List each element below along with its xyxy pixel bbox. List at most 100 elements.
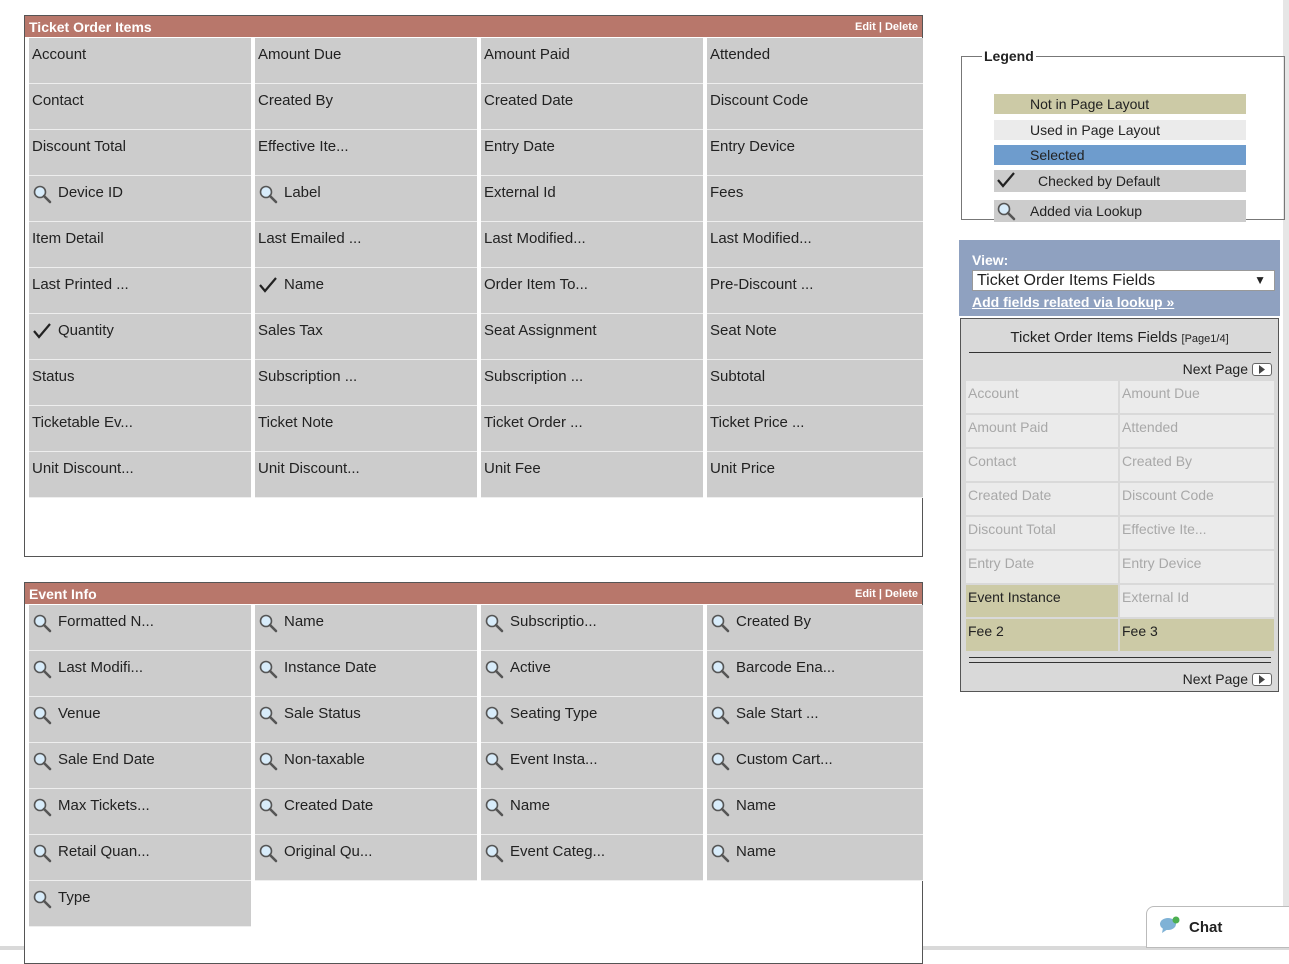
field-cell[interactable]: Seat Note [707,314,923,360]
field-cell[interactable]: Unit Discount... [29,452,251,498]
field-cell[interactable]: Pre-Discount ... [707,268,923,314]
field-cell[interactable]: Max Tickets... [29,789,251,835]
section-actions: Edit | Delete [855,588,918,600]
field-cell[interactable]: Last Emailed ... [255,222,477,268]
field-cell[interactable]: Last Modified... [707,222,923,268]
delete-section-link[interactable]: Delete [885,21,918,33]
palette-field[interactable]: Created By [1120,449,1274,481]
palette-field[interactable]: Entry Date [966,551,1118,583]
field-cell[interactable]: Retail Quan... [29,835,251,881]
field-cell[interactable]: Subscription ... [255,360,477,406]
field-cell[interactable]: External Id [481,176,703,222]
palette-field[interactable]: Discount Code [1120,483,1274,515]
next-page-button[interactable]: Next Page [1183,361,1272,377]
field-label: Seat Note [710,322,777,339]
field-cell[interactable]: Fees [707,176,923,222]
palette-field[interactable]: Created Date [966,483,1118,515]
field-cell[interactable]: Quantity [29,314,251,360]
field-cell[interactable]: Seating Type [481,697,703,743]
field-cell[interactable]: Amount Paid [481,38,703,84]
field-cell[interactable]: Custom Cart... [707,743,923,789]
palette-field[interactable]: Fee 3 [1120,619,1274,651]
field-cell[interactable]: Unit Fee [481,452,703,498]
field-cell[interactable]: Device ID [29,176,251,222]
field-cell[interactable]: Discount Code [707,84,923,130]
field-cell[interactable]: Original Qu... [255,835,477,881]
field-cell[interactable]: Instance Date [255,651,477,697]
field-cell[interactable]: Subscriptio... [481,605,703,651]
field-cell[interactable]: Last Modifi... [29,651,251,697]
field-cell[interactable]: Created Date [255,789,477,835]
field-cell[interactable]: Effective Ite... [255,130,477,176]
field-cell[interactable]: Name [481,789,703,835]
field-cell[interactable]: Created By [707,605,923,651]
add-lookup-fields-link[interactable]: Add fields related via lookup » [972,294,1174,310]
field-label: Status [32,368,75,385]
palette-field[interactable]: Fee 2 [966,619,1118,651]
field-cell[interactable]: Type [29,881,251,927]
field-cell[interactable]: Ticket Order ... [481,406,703,452]
field-cell[interactable]: Item Detail [29,222,251,268]
field-cell[interactable]: Ticket Note [255,406,477,452]
view-label: View: [972,252,1009,268]
field-label: Last Modified... [710,230,812,247]
field-cell[interactable]: Active [481,651,703,697]
delete-section-link[interactable]: Delete [885,588,918,600]
palette-field[interactable]: External Id [1120,585,1274,617]
field-cell[interactable]: Ticket Price ... [707,406,923,452]
field-cell[interactable]: Sales Tax [255,314,477,360]
field-cell[interactable]: Last Printed ... [29,268,251,314]
palette-field[interactable]: Contact [966,449,1118,481]
field-cell[interactable]: Amount Due [255,38,477,84]
field-cell[interactable]: Attended [707,38,923,84]
field-cell[interactable]: Sale Start ... [707,697,923,743]
field-cell[interactable]: Sale Status [255,697,477,743]
field-cell[interactable]: Subscription ... [481,360,703,406]
field-cell[interactable]: Discount Total [29,130,251,176]
field-cell[interactable]: Contact [29,84,251,130]
field-cell[interactable]: Event Categ... [481,835,703,881]
palette-field[interactable]: Amount Paid [966,415,1118,447]
edit-section-link[interactable]: Edit [855,588,876,600]
field-cell[interactable]: Account [29,38,251,84]
field-cell[interactable]: Venue [29,697,251,743]
field-cell[interactable]: Seat Assignment [481,314,703,360]
lookup-magnifier-icon [484,797,508,817]
legend-title: Legend [984,48,1034,64]
edit-section-link[interactable]: Edit [855,21,876,33]
legend-item: Checked by Default [994,170,1246,192]
palette-field[interactable]: Effective Ite... [1120,517,1274,549]
field-cell[interactable]: Entry Date [481,130,703,176]
palette-field[interactable]: Account [966,381,1118,413]
palette-field[interactable]: Discount Total [966,517,1118,549]
field-cell[interactable]: Label [255,176,477,222]
field-cell[interactable]: Created By [255,84,477,130]
palette-field[interactable]: Amount Due [1120,381,1274,413]
field-cell[interactable]: Ticketable Ev... [29,406,251,452]
field-cell[interactable]: Name [707,789,923,835]
field-cell[interactable]: Status [29,360,251,406]
palette-field[interactable]: Entry Device [1120,551,1274,583]
field-cell[interactable]: Event Insta... [481,743,703,789]
lookup-magnifier-icon [258,705,282,725]
field-cell[interactable]: Sale End Date [29,743,251,789]
field-cell[interactable]: Entry Device [707,130,923,176]
field-cell[interactable]: Name [255,605,477,651]
field-cell[interactable]: Name [255,268,477,314]
field-cell[interactable]: Unit Discount... [255,452,477,498]
view-select[interactable]: Ticket Order Items Fields ▼ [972,270,1275,291]
palette-field[interactable]: Attended [1120,415,1274,447]
field-cell[interactable]: Unit Price [707,452,923,498]
field-cell[interactable]: Barcode Ena... [707,651,923,697]
lookup-magnifier-icon [258,659,282,679]
palette-field[interactable]: Event Instance [966,585,1118,617]
field-cell[interactable]: Last Modified... [481,222,703,268]
field-cell[interactable]: Non-taxable [255,743,477,789]
chat-button[interactable]: Chat [1146,906,1289,948]
field-cell[interactable]: Formatted N... [29,605,251,651]
field-cell[interactable]: Created Date [481,84,703,130]
field-cell[interactable]: Name [707,835,923,881]
field-cell[interactable]: Subtotal [707,360,923,406]
field-cell[interactable]: Order Item To... [481,268,703,314]
next-page-button-bottom[interactable]: Next Page [1183,671,1272,687]
